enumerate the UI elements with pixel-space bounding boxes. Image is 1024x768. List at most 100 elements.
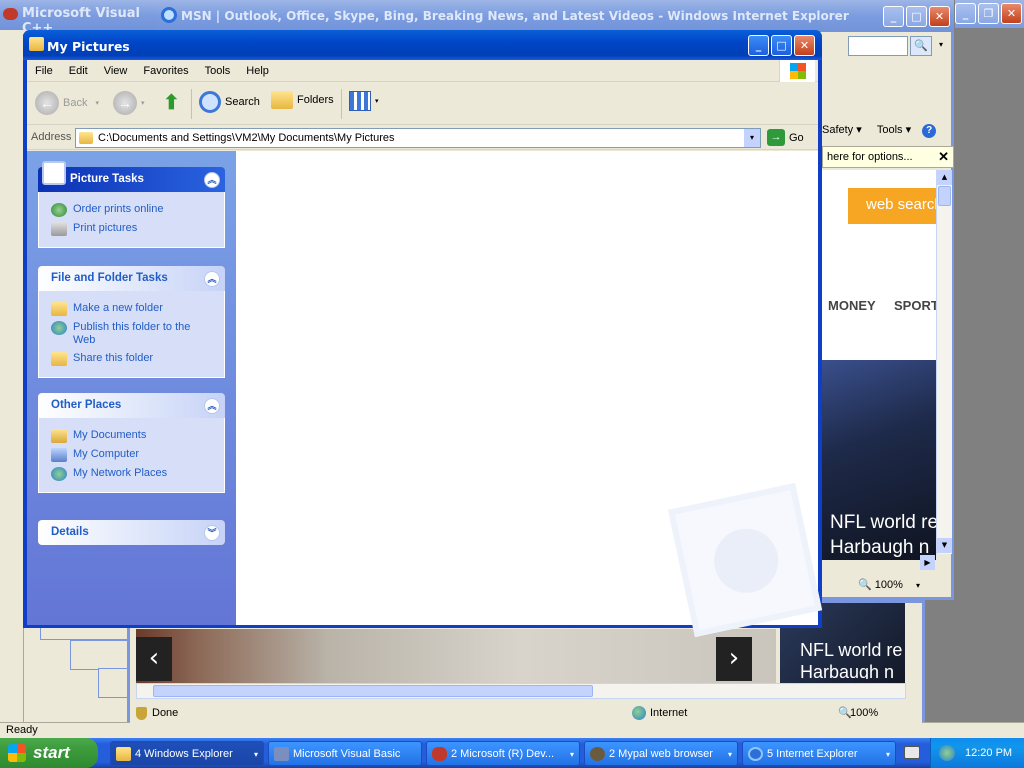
ie-back-headline[interactable]: NFL world re Harbaugh n: [800, 639, 904, 679]
info-close-icon[interactable]: ✕: [938, 147, 949, 167]
share-folder-icon: [51, 352, 67, 366]
picture-tasks-collapse-icon[interactable]: ︽: [204, 172, 220, 188]
file-list-view[interactable]: [236, 151, 823, 638]
share-folder-label: Share this folder: [73, 352, 154, 364]
ie-search-dropdown[interactable]: ▾: [934, 36, 948, 56]
taskbar-windows-explorer[interactable]: 4 Windows Explorer ▾: [110, 741, 264, 766]
share-folder-link[interactable]: Share this folder: [51, 352, 224, 366]
publish-folder-link[interactable]: Publish this folder to the Web: [51, 321, 224, 347]
ie-vscroll-thumb[interactable]: [938, 186, 951, 206]
views-icon: [349, 91, 371, 111]
my-computer-link[interactable]: My Computer: [51, 448, 224, 462]
ie-close-button[interactable]: ✕: [929, 6, 950, 27]
taskbar-visual-basic[interactable]: Microsoft Visual Basic: [268, 741, 422, 766]
maximize-button[interactable]: □: [771, 35, 792, 56]
menu-edit[interactable]: Edit: [61, 60, 96, 82]
news-headline[interactable]: NFL world re Harbaugh n: [830, 510, 936, 560]
shield-icon: [136, 707, 147, 720]
hero-next-button[interactable]: ›: [716, 637, 752, 681]
print-pictures-link[interactable]: Print pictures: [51, 222, 224, 236]
order-prints-link[interactable]: Order prints online: [51, 203, 224, 217]
network-tray-icon[interactable]: [939, 745, 955, 761]
my-computer-label: My Computer: [73, 448, 140, 460]
ie-info-bar[interactable]: here for options... ✕: [822, 146, 954, 168]
back-arrow-icon: ←: [35, 91, 59, 115]
ie-minimize-button[interactable]: _: [883, 6, 904, 27]
ie-vscroll-up[interactable]: ▲: [937, 170, 952, 185]
forward-button[interactable]: → ▾: [113, 91, 145, 115]
toolbar-separator-2: [341, 89, 342, 119]
ie-back-hscroll-thumb[interactable]: [153, 685, 593, 697]
file-folder-tasks-header[interactable]: File and Folder Tasks ︽: [38, 266, 225, 291]
taskbar-item-2: 2 Microsoft (R) Dev...: [451, 748, 555, 760]
rear-close-button[interactable]: ✕: [1001, 3, 1022, 24]
rear-restore-button[interactable]: ❐: [978, 3, 999, 24]
search-button[interactable]: Search: [199, 91, 260, 113]
other-places-collapse-icon[interactable]: ︽: [204, 398, 220, 414]
ie-titlebar[interactable]: MSN | Outlook, Office, Skype, Bing, Brea…: [155, 0, 954, 32]
nav-sports[interactable]: SPORT: [894, 298, 936, 313]
taskbar-dev-tools[interactable]: 2 Microsoft (R) Dev... ▾: [426, 741, 580, 766]
status-zoom[interactable]: 100%: [850, 703, 878, 723]
ie-vscrollbar[interactable]: ▲ ▼: [936, 170, 952, 554]
folders-button[interactable]: Folders: [271, 91, 334, 109]
status-ready-text: Ready: [6, 724, 38, 736]
status-bar-ready: Ready: [0, 722, 1024, 738]
address-field[interactable]: C:\Documents and Settings\VM2\My Documen…: [75, 128, 761, 148]
ie-hscroll-right[interactable]: ▶: [920, 555, 935, 570]
order-prints-icon: [51, 203, 67, 217]
hero-prev-button[interactable]: ‹: [136, 637, 172, 681]
back-button[interactable]: ← Back ▾: [35, 91, 99, 115]
start-button[interactable]: start: [0, 738, 98, 768]
publish-globe-icon: [51, 321, 67, 335]
close-button[interactable]: ✕: [794, 35, 815, 56]
other-places-header[interactable]: Other Places ︽: [38, 393, 225, 418]
start-label: start: [33, 743, 70, 762]
menu-help[interactable]: Help: [238, 60, 277, 82]
details-expand-icon[interactable]: ︾: [204, 525, 220, 541]
picture-tasks-header[interactable]: Picture Tasks ︽: [38, 161, 225, 192]
ie-command-bar: Safety ▾ Tools ▾ ?: [822, 120, 952, 140]
menu-favorites[interactable]: Favorites: [135, 60, 196, 82]
help-icon[interactable]: ?: [922, 124, 937, 138]
new-folder-icon: [51, 302, 67, 316]
other-places-panel: Other Places ︽ My Documents My Computer …: [38, 393, 225, 493]
clock[interactable]: 12:20 PM: [965, 738, 1012, 768]
menu-view[interactable]: View: [96, 60, 136, 82]
ie-vscroll-down[interactable]: ▼: [937, 538, 952, 553]
ie-small-icon: [748, 747, 763, 761]
make-new-folder-link[interactable]: Make a new folder: [51, 302, 224, 316]
file-tasks-collapse-icon[interactable]: ︽: [204, 271, 220, 287]
ie-search-button[interactable]: 🔍: [910, 36, 932, 56]
ie-search-box[interactable]: [848, 36, 908, 56]
picture-tasks-title: Picture Tasks: [70, 173, 144, 185]
taskbar-group-arrow-icon: ▾: [253, 750, 258, 759]
taskbar-internet-explorer[interactable]: 5 Internet Explorer ▾: [742, 741, 896, 766]
my-pictures-titlebar[interactable]: My Pictures: [23, 30, 822, 60]
views-button[interactable]: ▾: [349, 91, 379, 111]
visual-cpp-titlebar[interactable]: Microsoft Visual C++: [0, 0, 170, 36]
my-documents-label: My Documents: [73, 429, 147, 441]
ie-zoom-control[interactable]: 🔍 100% ▾: [858, 576, 948, 594]
minimize-button[interactable]: _: [748, 35, 769, 56]
search-icon: [199, 91, 221, 113]
web-search-button[interactable]: web search: [848, 188, 936, 224]
ie-back-hscrollbar[interactable]: [136, 683, 906, 699]
address-dropdown-button[interactable]: ▾: [744, 129, 760, 147]
taskbar-mypal[interactable]: 2 Mypal web browser ▾: [584, 741, 738, 766]
keyboard-icon[interactable]: [904, 746, 920, 759]
menu-tools[interactable]: Tools: [197, 60, 239, 82]
ie-tools-menu[interactable]: Tools ▾: [877, 124, 911, 136]
ie-maximize-button[interactable]: □: [906, 6, 927, 27]
rear-minimize-button[interactable]: _: [955, 3, 976, 24]
menu-file[interactable]: File: [27, 60, 61, 82]
my-network-places-link[interactable]: My Network Places: [51, 467, 224, 481]
taskbar-group-arrow-icon: ▾: [569, 750, 574, 759]
print-pictures-label: Print pictures: [73, 222, 138, 234]
ie-safety-menu[interactable]: Safety ▾: [822, 124, 862, 136]
details-header[interactable]: Details ︾: [38, 520, 225, 545]
go-button[interactable]: → Go: [767, 129, 804, 146]
nav-money[interactable]: MONEY: [828, 298, 876, 313]
up-folder-button[interactable]: ⬆: [163, 91, 185, 115]
my-documents-link[interactable]: My Documents: [51, 429, 224, 443]
